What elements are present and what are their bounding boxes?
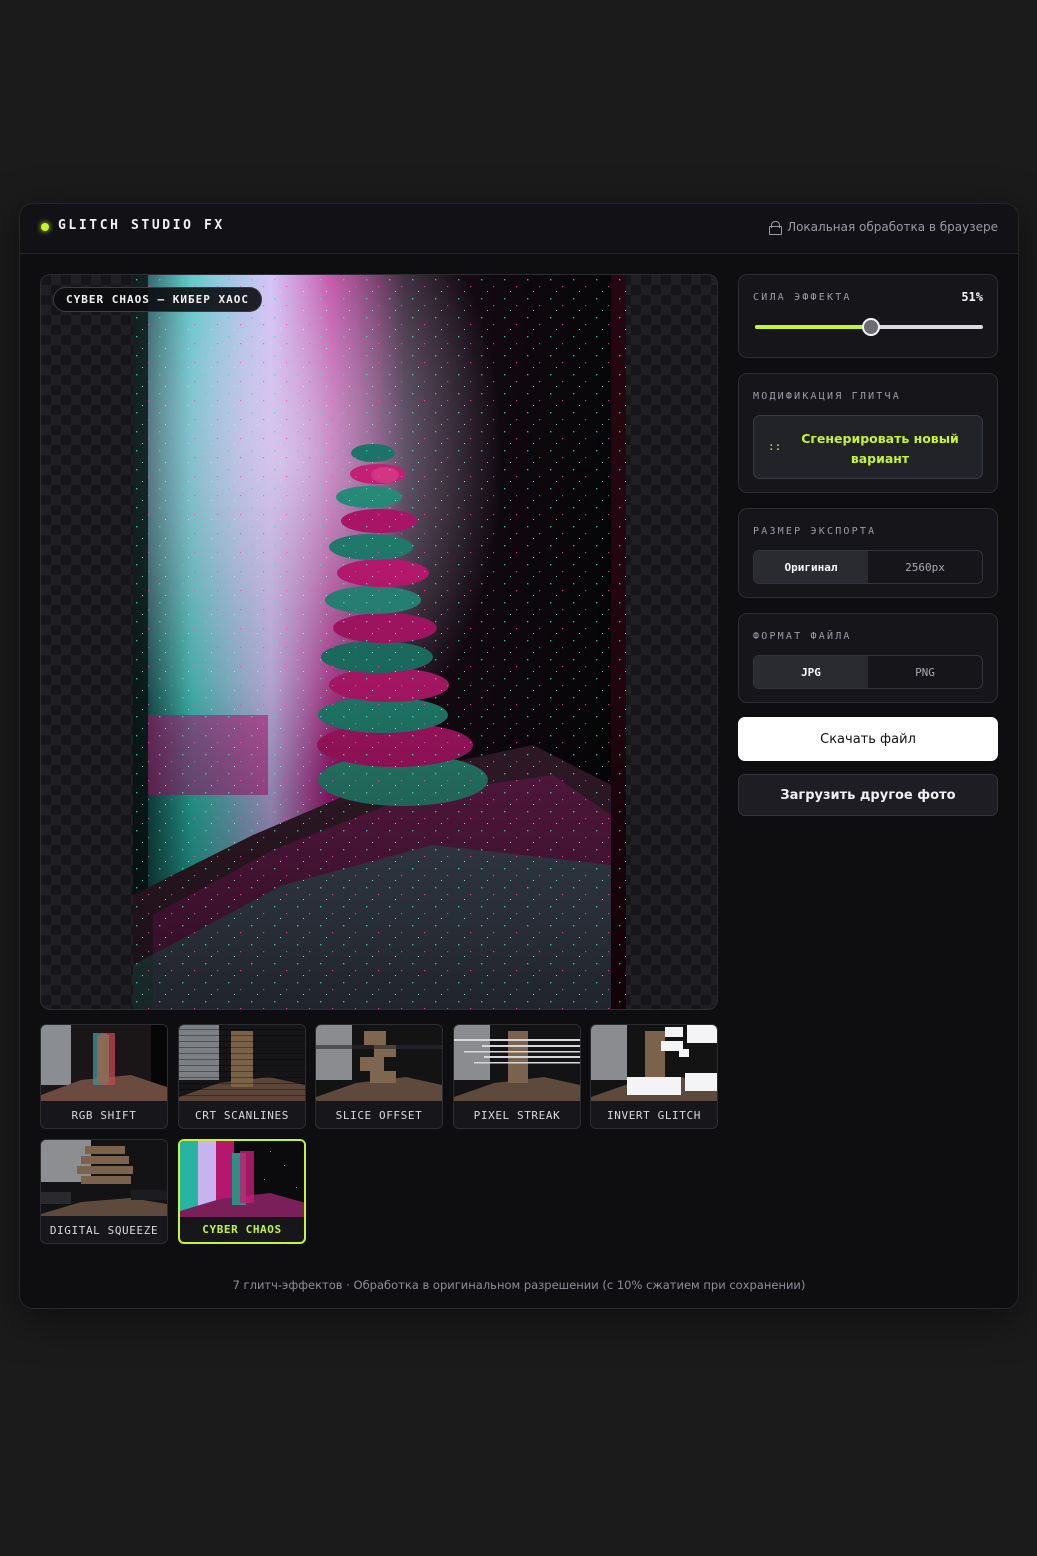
generate-variant-line2: вариант	[850, 451, 910, 466]
glitch-modification-label: МОДИФИКАЦИЯ ГЛИТЧА	[753, 391, 901, 402]
glitch-modification-card: МОДИФИКАЦИЯ ГЛИТЧА :: Сгенерировать новы…	[738, 373, 998, 493]
preview-image	[133, 275, 626, 1009]
slider-fill	[755, 325, 872, 329]
export-size-toggle: Оригинал 2560px	[753, 550, 983, 584]
generate-variant-label: Сгенерировать новый вариант	[798, 429, 962, 469]
effect-strength-card: СИЛА ЭФФЕКТА 51%	[738, 274, 998, 358]
effect-pixel-streak[interactable]: PIXEL STREAK	[453, 1024, 581, 1129]
effect-name-badge: CYBER CHAOS — КИБЕР ХАОС	[53, 287, 262, 312]
lock-icon	[769, 221, 783, 235]
effect-pixel-streak-preview	[454, 1025, 580, 1101]
slider-handle[interactable]	[862, 318, 881, 336]
footer-note: 7 глитч-эффектов · Обработка в оригиналь…	[232, 1278, 806, 1292]
image-preview: CYBER CHAOS — КИБЕР ХАОС	[40, 274, 718, 1010]
effect-label: SLICE OFFSET	[335, 1109, 423, 1122]
file-format-label: ФОРМАТ ФАЙЛА	[753, 631, 852, 642]
effect-cyber-chaos-preview	[180, 1141, 304, 1217]
effect-digital-squeeze[interactable]: DIGITAL SQUEEZE	[40, 1139, 168, 1244]
generate-variant-line1: Сгенерировать новый	[801, 431, 959, 446]
file-format-card: ФОРМАТ ФАЙЛА JPG PNG	[738, 613, 998, 703]
download-button[interactable]: Скачать файл	[738, 717, 998, 761]
file-format-jpg[interactable]: JPG	[754, 656, 868, 688]
local-processing-label: Локальная обработка в браузере	[787, 220, 998, 234]
effect-strength-slider[interactable]	[755, 318, 983, 336]
effect-crt-scanlines[interactable]: CRT SCANLINES	[178, 1024, 306, 1129]
effect-strength-value: 51%	[961, 290, 983, 304]
app-window: GLITCH STUDIO FX Локальная обработка в б…	[19, 203, 1019, 1309]
effect-digital-squeeze-preview	[41, 1140, 167, 1216]
export-size-card: РАЗМЕР ЭКСПОРТА Оригинал 2560px	[738, 508, 998, 598]
dice-icon: ::	[768, 440, 782, 453]
effect-invert-glitch-preview	[591, 1025, 717, 1101]
effect-label: DIGITAL SQUEEZE	[49, 1224, 159, 1237]
export-size-original[interactable]: Оригинал	[754, 551, 868, 583]
effect-rgb-shift[interactable]: RGB SHIFT	[40, 1024, 168, 1129]
effect-label: PIXEL STREAK	[473, 1109, 561, 1122]
effect-label: CYBER CHAOS	[202, 1223, 282, 1236]
file-format-toggle: JPG PNG	[753, 655, 983, 689]
app-header: GLITCH STUDIO FX Локальная обработка в б…	[20, 204, 1018, 254]
export-size-2560[interactable]: 2560px	[868, 551, 982, 583]
app-title: GLITCH STUDIO FX	[58, 218, 225, 233]
effect-strength-label: СИЛА ЭФФЕКТА	[753, 292, 852, 303]
effect-label: RGB SHIFT	[71, 1109, 137, 1122]
file-format-png[interactable]: PNG	[868, 656, 982, 688]
status-dot-icon	[41, 223, 49, 231]
local-processing-note: Локальная обработка в браузере	[769, 220, 998, 235]
effect-rgb-shift-preview	[41, 1025, 167, 1101]
effect-invert-glitch[interactable]: INVERT GLITCH	[590, 1024, 718, 1129]
effect-crt-scanlines-preview	[179, 1025, 305, 1101]
effect-slice-offset[interactable]: SLICE OFFSET	[315, 1024, 443, 1129]
generate-variant-button[interactable]: :: Сгенерировать новый вариант	[753, 415, 983, 479]
effect-label: INVERT GLITCH	[607, 1109, 701, 1122]
effect-label: CRT SCANLINES	[195, 1109, 289, 1122]
upload-another-button[interactable]: Загрузить другое фото	[738, 774, 998, 816]
effect-cyber-chaos[interactable]: CYBER CHAOS	[178, 1139, 306, 1244]
export-size-label: РАЗМЕР ЭКСПОРТА	[753, 526, 877, 537]
effect-slice-offset-preview	[316, 1025, 442, 1101]
